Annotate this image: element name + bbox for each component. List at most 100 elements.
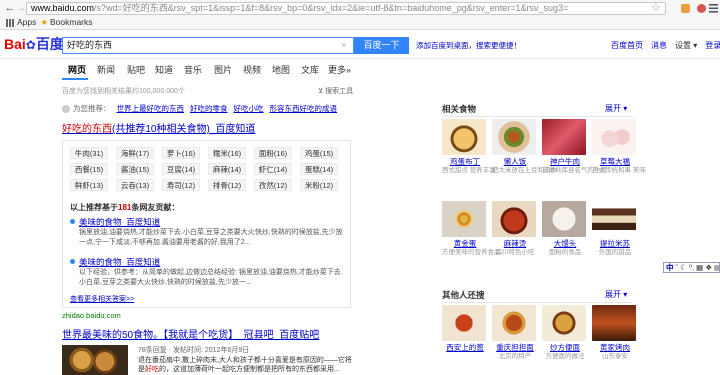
- food-name[interactable]: 大馒头: [542, 239, 588, 249]
- ingredient-chip[interactable]: 云吞(13): [116, 179, 154, 191]
- baidu-home-link[interactable]: 百度首页: [611, 41, 643, 50]
- bookmark-star-icon[interactable]: ☆: [651, 2, 661, 15]
- add-to-desktop-link[interactable]: 添加百度到桌面，搜索更便捷！: [416, 41, 521, 51]
- snippet-highlight: 好吃: [145, 366, 159, 373]
- result-title[interactable]: 世界最美味的50食物。【我就是个吃货】_冠县吧_百度贴吧: [62, 330, 319, 342]
- ingredient-chip[interactable]: 麻辣(14): [208, 163, 246, 175]
- clear-search-icon[interactable]: ×: [341, 38, 346, 53]
- food-name[interactable]: 鸡蛋布丁: [442, 157, 488, 167]
- menu-icon[interactable]: [709, 3, 718, 14]
- food-name[interactable]: 西安上的葱: [442, 343, 488, 353]
- food-card[interactable]: 神户牛肉 日本兵库县名气的牛肉: [542, 119, 607, 175]
- search-tools-link[interactable]: ⊻ 搜索工具: [318, 87, 353, 96]
- ingredient-chip[interactable]: 酱油(15): [116, 163, 154, 175]
- ingredient-chip[interactable]: 鸡蛋(15): [300, 147, 338, 159]
- tab-map[interactable]: 地图: [272, 64, 290, 76]
- food-name[interactable]: 提拉米苏: [592, 239, 638, 249]
- recommend-keyword[interactable]: 形容东西好吃的成语: [270, 104, 338, 113]
- settings-link[interactable]: 设置 ▾: [675, 41, 697, 50]
- food-thumbnail[interactable]: [492, 305, 536, 341]
- food-thumbnail[interactable]: [542, 119, 586, 155]
- food-card[interactable]: 麻辣烫 四川特色小吃: [492, 201, 538, 257]
- food-name[interactable]: 炒方便面: [542, 343, 588, 353]
- ingredient-chip[interactable]: 豆腐(14): [162, 163, 200, 175]
- result-thumbnail[interactable]: [62, 345, 128, 375]
- ingredient-chip[interactable]: 孜然(12): [254, 179, 292, 191]
- food-card[interactable]: 炒方便面 方便面的做法: [542, 305, 588, 361]
- search-input[interactable]: 好吃的东西: [62, 37, 354, 54]
- ingredient-chip[interactable]: 牛肉(31): [70, 147, 108, 159]
- ime-tool-icons[interactable]: ˇ ☾ ⁰, ▦ ❖ ▤ ⌨: [676, 263, 719, 272]
- tab-video[interactable]: 视频: [243, 64, 261, 76]
- ingredient-chip[interactable]: 寿司(12): [162, 179, 200, 191]
- food-name[interactable]: 重庆担担面: [492, 343, 538, 353]
- ingredient-chip[interactable]: 鲜虾(13): [70, 179, 108, 191]
- apps-icon[interactable]: [6, 18, 14, 27]
- recommend-keyword[interactable]: 世界上最好吃的东西: [117, 104, 185, 113]
- food-thumbnail[interactable]: [542, 201, 586, 237]
- apps-link[interactable]: Apps: [17, 17, 36, 27]
- food-card[interactable]: 西安上的葱: [442, 305, 488, 353]
- food-card[interactable]: 提拉米苏 外国的甜品: [592, 201, 638, 257]
- ingredient-chip[interactable]: 蛋糕(14): [300, 163, 338, 175]
- tab-tieba[interactable]: 贴吧: [127, 64, 145, 76]
- ingredient-chip[interactable]: 排骨(12): [208, 179, 246, 191]
- food-thumbnail[interactable]: [492, 201, 536, 237]
- food-card[interactable]: 重庆担担面 北京的特产: [492, 305, 538, 361]
- food-name[interactable]: 神户牛肉: [542, 157, 588, 167]
- food-card[interactable]: 黄家烤肉 山东泰安: [592, 305, 638, 361]
- more-answers-link[interactable]: 查看更多相关答案>>: [70, 295, 134, 305]
- food-name[interactable]: 麻辣烫: [492, 239, 538, 249]
- food-name[interactable]: 黄家烤肉: [592, 343, 638, 353]
- answer-title[interactable]: 美味的食物_百度知道: [79, 257, 160, 267]
- food-thumbnail[interactable]: [592, 201, 636, 237]
- expand-link[interactable]: 展开 ▾: [605, 104, 627, 114]
- messages-link[interactable]: 消息: [651, 41, 667, 50]
- ingredient-chip[interactable]: 虾仁(14): [254, 163, 292, 175]
- food-name[interactable]: 懒人饭: [492, 157, 538, 167]
- ingredient-chip[interactable]: 海鲜(17): [116, 147, 154, 159]
- tab-wenku[interactable]: 文库: [301, 64, 319, 76]
- food-thumbnail[interactable]: [442, 305, 486, 341]
- ime-toolbar[interactable]: 中 ˇ ☾ ⁰, ▦ ❖ ▤ ⌨: [663, 262, 720, 273]
- recommend-keyword[interactable]: 好吃小吃: [234, 104, 264, 113]
- tab-web[interactable]: 网页: [68, 64, 86, 76]
- ingredient-chip[interactable]: 米粉(12): [300, 179, 338, 191]
- search-button[interactable]: 百度一下: [354, 37, 409, 54]
- ingredient-chip[interactable]: 萝卜(16): [162, 147, 200, 159]
- food-thumbnail[interactable]: [492, 119, 536, 155]
- snippet-part: 的，这道加薄荷叶一起吃方便制都是把所有的东西都采用...: [159, 366, 340, 373]
- tab-music[interactable]: 音乐: [184, 64, 202, 76]
- food-thumbnail[interactable]: [592, 119, 636, 155]
- extension-icon[interactable]: [696, 3, 707, 14]
- food-name[interactable]: 草莓大福: [592, 157, 638, 167]
- food-card[interactable]: 黄金蛋 方便美味的营养食品: [442, 201, 501, 257]
- ingredient-chip[interactable]: 糯米(16): [208, 147, 246, 159]
- baidu-logo[interactable]: Bai✿百度: [4, 36, 64, 53]
- expand-link[interactable]: 展开 ▾: [605, 290, 627, 300]
- food-card[interactable]: 大馒头 面粉的食品: [542, 201, 588, 257]
- recommend-keyword[interactable]: 好吃的零食: [190, 104, 228, 113]
- extension-icon[interactable]: [680, 3, 691, 14]
- food-thumbnail[interactable]: [592, 305, 636, 341]
- answer-title[interactable]: 美味的食物_百度知道: [79, 217, 160, 227]
- food-thumbnail[interactable]: [442, 119, 486, 155]
- tab-news[interactable]: 新闻: [97, 64, 115, 76]
- ime-language-icon[interactable]: 中: [666, 263, 674, 272]
- food-card[interactable]: 懒人饭 把大米放在土豆和四季: [492, 119, 557, 175]
- ingredient-chip[interactable]: 面粉(16): [254, 147, 292, 159]
- result-title[interactable]: 好吃的东西(共推荐10种相关食物)_百度知道: [62, 124, 255, 136]
- food-card[interactable]: 鸡蛋布丁 西式甜点 营养丰富: [442, 119, 496, 175]
- bookmarks-link[interactable]: Bookmarks: [50, 17, 93, 27]
- tab-images[interactable]: 图片: [214, 64, 232, 76]
- food-name[interactable]: 黄金蛋: [442, 239, 488, 249]
- vertical-tabs: 网页 新闻 贴吧 知道 音乐 图片 视频 地图 文库 更多»: [0, 60, 720, 80]
- tab-zhidao[interactable]: 知道: [155, 64, 173, 76]
- login-link[interactable]: 登录: [705, 41, 720, 50]
- ingredient-chip[interactable]: 西餐(15): [70, 163, 108, 175]
- food-card[interactable]: 草莓大福 日式传统和果 美味: [592, 119, 646, 175]
- food-thumbnail[interactable]: [542, 305, 586, 341]
- tab-more[interactable]: 更多»: [328, 64, 351, 76]
- address-bar[interactable]: www.baidu.com/s?wd=好吃的东西&rsv_spt=1&issp=…: [26, 2, 666, 15]
- food-thumbnail[interactable]: [442, 201, 486, 237]
